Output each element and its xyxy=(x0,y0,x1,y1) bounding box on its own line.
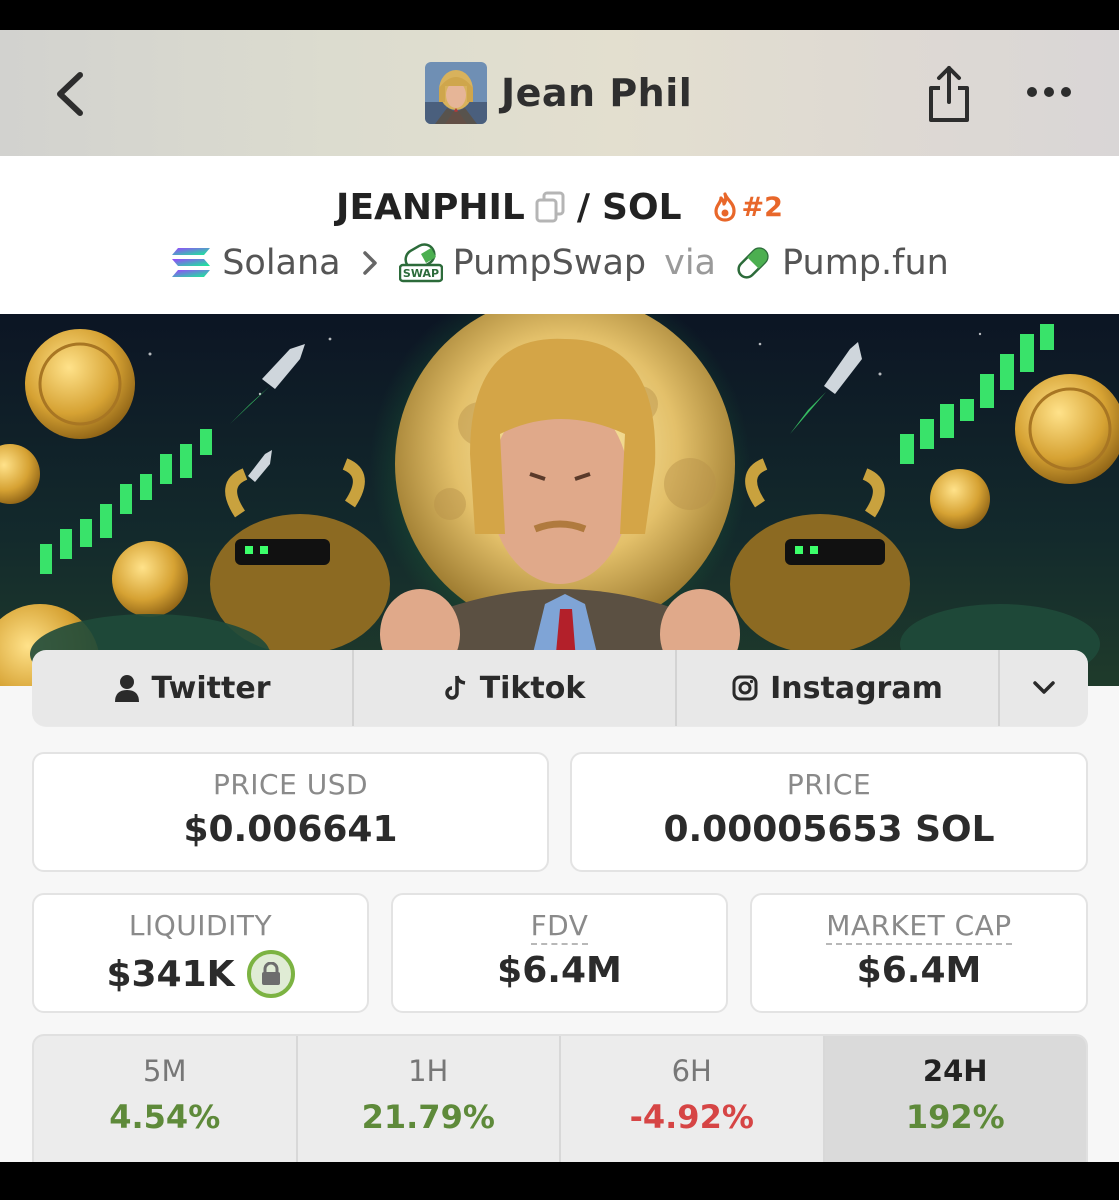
tab-5m[interactable]: 5M 4.54% xyxy=(34,1036,298,1162)
tab-1h-label: 1H xyxy=(408,1054,449,1088)
pill-icon xyxy=(737,247,769,279)
fdv-card: FDV $6.4M xyxy=(391,893,728,1013)
fdv-label[interactable]: FDV xyxy=(530,909,589,945)
status-bar xyxy=(0,0,1119,30)
tiktok-icon xyxy=(444,675,466,700)
tab-24h[interactable]: 24H 192% xyxy=(824,1036,1086,1162)
tab-1h-change: 21.79% xyxy=(361,1098,495,1136)
token-title: Jean Phil xyxy=(425,61,692,125)
price-native-label: PRICE xyxy=(786,768,872,801)
twitter-label: Twitter xyxy=(151,670,271,706)
tab-24h-change: 192% xyxy=(905,1098,1005,1136)
pair-header: JEANPHIL / SOL #2 Solana SWAP PumpSwap v… xyxy=(0,156,1119,314)
chevron-down-icon xyxy=(1033,681,1055,694)
share-icon xyxy=(929,66,969,122)
social-links-bar: Twitter Tiktok Instagram xyxy=(32,650,1088,726)
more-socials-button[interactable] xyxy=(1000,650,1088,726)
instagram-label: Instagram xyxy=(770,670,943,706)
copy-icon[interactable] xyxy=(535,191,565,223)
liquidity-card: LIQUIDITY $341K xyxy=(32,893,369,1013)
tab-5m-label: 5M xyxy=(143,1054,187,1088)
pair-row: JEANPHIL / SOL #2 xyxy=(0,182,1119,232)
price-usd-label: PRICE USD xyxy=(212,768,369,801)
instagram-icon xyxy=(732,675,758,701)
market-cap-value: $6.4M xyxy=(856,950,982,991)
chain-launchpad-label: Pump.fun xyxy=(782,243,949,283)
tab-6h-label: 6H xyxy=(671,1054,712,1088)
token-banner-image xyxy=(0,314,1119,686)
back-button[interactable] xyxy=(46,68,94,120)
price-usd-value: $0.006641 xyxy=(183,809,398,850)
tab-24h-label: 24H xyxy=(922,1054,988,1088)
tab-6h[interactable]: 6H -4.92% xyxy=(561,1036,825,1162)
more-options-button[interactable] xyxy=(1020,70,1078,114)
liquidity-value: $341K xyxy=(106,953,235,995)
chain-breadcrumb: Solana SWAP PumpSwap via Pump.fun xyxy=(0,240,1119,286)
market-cap-label[interactable]: MARKET CAP xyxy=(826,909,1012,945)
chain-network-label: Solana xyxy=(222,243,341,283)
trending-rank: #2 xyxy=(741,191,783,223)
nav-title: Jean Phil xyxy=(501,71,693,115)
swap-badge: SWAP xyxy=(403,267,439,280)
price-change-tabs: 5M 4.54% 1H 21.79% 6H -4.92% 24H 192% xyxy=(32,1034,1088,1162)
pumpswap-icon: SWAP xyxy=(398,243,443,283)
pair-separator: / xyxy=(576,186,591,228)
user-icon xyxy=(114,675,139,702)
liquidity-label: LIQUIDITY xyxy=(128,909,273,942)
chain-launchpad[interactable]: Pump.fun xyxy=(734,243,949,283)
trending-rank-badge[interactable]: #2 xyxy=(712,192,783,223)
token-avatar xyxy=(425,62,487,124)
fdv-value: $6.4M xyxy=(497,950,622,991)
chain-dex-label: PumpSwap xyxy=(452,243,647,283)
via-label: via xyxy=(664,243,717,283)
chevron-right-icon xyxy=(361,250,379,276)
ellipsis-icon xyxy=(1027,87,1071,97)
tab-6h-change: -4.92% xyxy=(629,1098,754,1136)
pair-quote-symbol: SOL xyxy=(602,186,682,228)
chain-network[interactable]: Solana xyxy=(170,243,341,283)
nav-bar: Jean Phil xyxy=(0,30,1119,156)
share-button[interactable] xyxy=(922,62,976,126)
twitter-button[interactable]: Twitter xyxy=(32,650,354,726)
instagram-button[interactable]: Instagram xyxy=(677,650,1000,726)
flame-icon xyxy=(713,192,736,222)
tab-5m-change: 4.54% xyxy=(109,1098,221,1136)
price-usd-card: PRICE USD $0.006641 xyxy=(32,752,549,872)
tiktok-button[interactable]: Tiktok xyxy=(354,650,677,726)
market-cap-card: MARKET CAP $6.4M xyxy=(750,893,1088,1013)
price-native-card: PRICE 0.00005653 SOL xyxy=(570,752,1088,872)
chevron-left-icon xyxy=(57,72,83,116)
chain-dex[interactable]: SWAP PumpSwap xyxy=(398,243,647,283)
liquidity-value-row: $341K xyxy=(34,950,367,998)
price-native-value: 0.00005653 SOL xyxy=(663,809,995,850)
solana-icon xyxy=(172,248,211,277)
tiktok-label: Tiktok xyxy=(479,670,586,706)
tab-1h[interactable]: 1H 21.79% xyxy=(298,1036,561,1162)
lock-icon[interactable] xyxy=(246,950,295,998)
pair-base-symbol: JEANPHIL xyxy=(336,186,525,228)
bottom-bar xyxy=(0,1162,1119,1200)
